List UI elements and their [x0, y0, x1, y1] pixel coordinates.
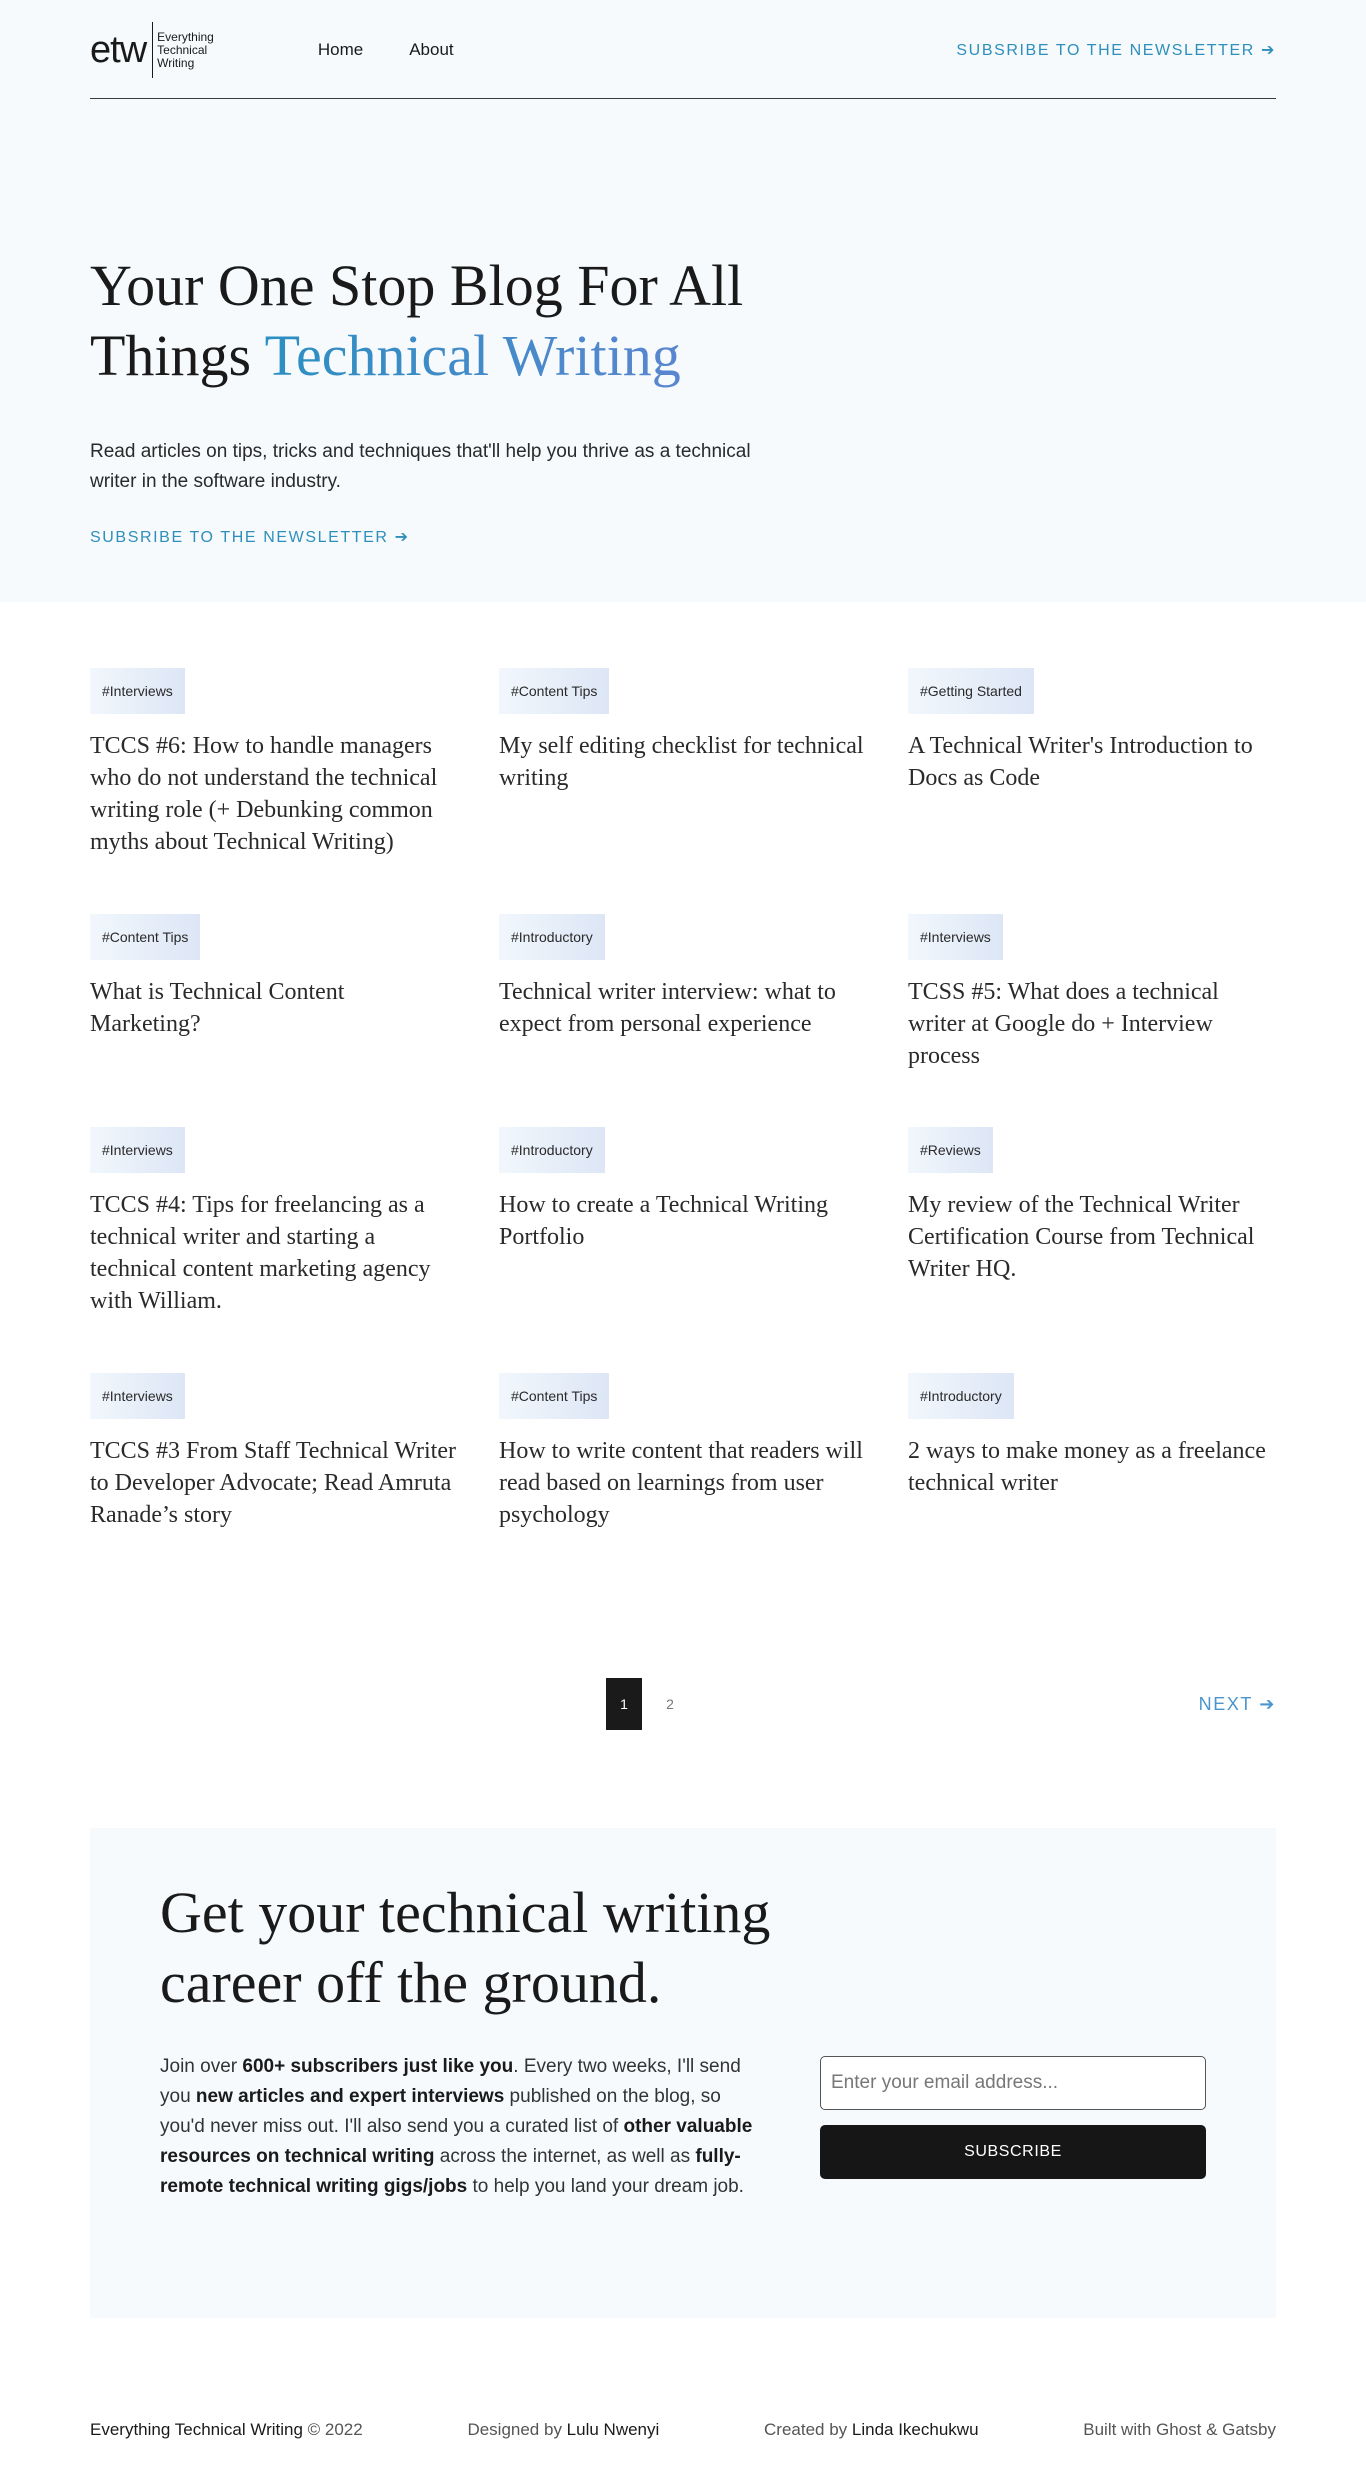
- post-title: My self editing checklist for technical …: [499, 730, 867, 794]
- post-tag[interactable]: #Content Tips: [499, 668, 610, 714]
- post-title-link[interactable]: TCCS #3 From Staff Technical Writer to D…: [90, 1438, 456, 1528]
- signup-highlight: new articles and expert interviews: [195, 2086, 505, 2107]
- post-title: What is Technical Content Marketing?: [90, 976, 458, 1040]
- post-card: #Interviews TCSS #5: What does a technica…: [908, 914, 1276, 1127]
- post-tag[interactable]: #Reviews: [908, 1127, 993, 1173]
- post-tag[interactable]: #Content Tips: [499, 1373, 610, 1419]
- post-card: #Interviews TCCS #6: How to handle manage…: [90, 668, 458, 914]
- nav-about-link[interactable]: About: [409, 40, 453, 60]
- post-card: #Content Tips What is Technical Content M…: [90, 914, 458, 1127]
- site-footer: Everything Technical Writing © 2022 Desi…: [90, 2420, 1276, 2484]
- footer-designer: Designed by Lulu Nwenyi: [467, 2420, 659, 2440]
- logo-line: Everything: [157, 29, 214, 44]
- site-logo[interactable]: etw Everything Technical Writing: [90, 22, 214, 78]
- post-title-link[interactable]: Technical writer interview: what to expe…: [499, 979, 836, 1037]
- top-navigation: etw Everything Technical Writing Home Ab…: [90, 0, 1276, 99]
- signup-text: to help you land your dream job.: [467, 2176, 744, 2197]
- logo-line: Writing: [157, 55, 195, 70]
- post-title-link[interactable]: A Technical Writer's Introduction to Doc…: [908, 733, 1253, 791]
- post-title: Technical writer interview: what to expe…: [499, 976, 867, 1040]
- post-card: #Introductory How to create a Technical W…: [499, 1127, 867, 1373]
- post-card: #Introductory Technical writer interview:…: [499, 914, 867, 1127]
- post-tag[interactable]: #Interviews: [908, 914, 1003, 960]
- post-title: TCCS #3 From Staff Technical Writer to D…: [90, 1435, 458, 1531]
- hero-section: etw Everything Technical Writing Home Ab…: [0, 0, 1366, 602]
- post-card: #Reviews My review of the Technical Write…: [908, 1127, 1276, 1373]
- post-title: A Technical Writer's Introduction to Doc…: [908, 730, 1276, 794]
- nav-home-link[interactable]: Home: [318, 40, 363, 60]
- footer-creator: Created by Linda Ikechukwu: [764, 2420, 979, 2440]
- post-title-link[interactable]: 2 ways to make money as a freelance tech…: [908, 1438, 1266, 1496]
- logo-wordmark: Everything Technical Writing: [157, 29, 214, 70]
- post-title-link[interactable]: How to create a Technical Writing Portfo…: [499, 1192, 828, 1250]
- post-card: #Getting Started A Technical Writer's Int…: [908, 668, 1276, 914]
- logo-divider: [152, 22, 154, 78]
- creator-link[interactable]: Linda Ikechukwu: [852, 2420, 979, 2439]
- brand-area: etw Everything Technical Writing Home Ab…: [90, 22, 500, 78]
- subscribe-button[interactable]: SUBSCRIBE: [820, 2125, 1206, 2179]
- post-title-link[interactable]: My review of the Technical Writer Certif…: [908, 1192, 1254, 1282]
- post-title: TCCS #6: How to handle managers who do n…: [90, 730, 458, 858]
- post-title: How to create a Technical Writing Portfo…: [499, 1189, 867, 1253]
- footer-copyright: Everything Technical Writing © 2022: [90, 2420, 363, 2440]
- post-tag[interactable]: #Content Tips: [90, 914, 201, 960]
- signup-form: SUBSCRIBE: [820, 2056, 1206, 2179]
- post-title-link[interactable]: TCCS #4: Tips for freelancing as a techn…: [90, 1192, 431, 1314]
- page-number-link[interactable]: 1: [606, 1678, 642, 1730]
- post-title-link[interactable]: TCCS #6: How to handle managers who do n…: [90, 733, 437, 855]
- footer-site-name: Everything Technical Writing: [90, 2420, 303, 2439]
- post-card: #Interviews TCCS #4: Tips for freelancing…: [90, 1127, 458, 1373]
- designer-link[interactable]: Lulu Nwenyi: [567, 2420, 660, 2439]
- post-tag[interactable]: #Introductory: [499, 914, 605, 960]
- hero-title: Your One Stop Blog For All Things Techni…: [90, 251, 790, 391]
- hero-description: Read articles on tips, tricks and techni…: [90, 441, 751, 492]
- post-title-link[interactable]: What is Technical Content Marketing?: [90, 979, 344, 1037]
- post-title: TCSS #5: What does a technical writer at…: [908, 976, 1276, 1072]
- signup-title: Get your technical writing career off th…: [160, 1880, 771, 2015]
- footer-created-prefix: Created by: [764, 2420, 852, 2439]
- post-card: #Content Tips My self editing checklist f…: [499, 668, 867, 914]
- post-tag[interactable]: #Interviews: [90, 1127, 185, 1173]
- footer-year: © 2022: [302, 2420, 363, 2439]
- post-tag[interactable]: #Interviews: [90, 668, 185, 714]
- next-page-link[interactable]: NEXT ➔: [1199, 1678, 1276, 1730]
- post-title-link[interactable]: TCSS #5: What does a technical writer at…: [908, 979, 1219, 1069]
- post-title: How to write content that readers will r…: [499, 1435, 867, 1531]
- post-title: TCCS #4: Tips for freelancing as a techn…: [90, 1189, 458, 1317]
- post-title: 2 ways to make money as a freelance tech…: [908, 1435, 1276, 1499]
- page-number-link[interactable]: 2: [652, 1678, 688, 1730]
- signup-text: across the internet, as well as: [434, 2146, 696, 2167]
- hero-title-accent: Technical Writing: [264, 323, 681, 388]
- page-numbers: 12: [606, 1678, 688, 1730]
- post-card: #Interviews TCCS #3 From Staff Technical …: [90, 1373, 458, 1619]
- post-tag[interactable]: #Getting Started: [908, 668, 1034, 714]
- signup-text: Join over: [160, 2056, 243, 2077]
- newsletter-signup: Get your technical writing career off th…: [90, 1828, 1276, 2318]
- post-title-link[interactable]: My self editing checklist for technical …: [499, 733, 864, 791]
- hero-newsletter-link[interactable]: SUBSRIBE TO THE NEWSLETTER ➔: [90, 527, 410, 547]
- post-tag[interactable]: #Introductory: [908, 1373, 1014, 1419]
- logo-mark: etw: [90, 29, 147, 71]
- email-input[interactable]: [820, 2056, 1206, 2110]
- post-grid: #Interviews TCCS #6: How to handle manage…: [90, 668, 1276, 1619]
- footer-built-with: Built with Ghost & Gatsby: [1083, 2420, 1276, 2439]
- logo-line: Technical: [157, 42, 208, 57]
- signup-description: Join over 600+ subscribers just like you…: [160, 2052, 760, 2202]
- post-tag[interactable]: #Interviews: [90, 1373, 185, 1419]
- post-card: #Content Tips How to write content that r…: [499, 1373, 867, 1619]
- post-tag[interactable]: #Introductory: [499, 1127, 605, 1173]
- header-newsletter-link[interactable]: SUBSRIBE TO THE NEWSLETTER ➔: [956, 40, 1276, 60]
- main-nav: Home About: [318, 40, 500, 60]
- pagination: 12 NEXT ➔: [90, 1678, 1276, 1730]
- signup-highlight: 600+ subscribers just like you: [242, 2056, 514, 2077]
- footer-designed-prefix: Designed by: [467, 2420, 567, 2439]
- post-title: My review of the Technical Writer Certif…: [908, 1189, 1276, 1285]
- post-card: #Introductory 2 ways to make money as a f…: [908, 1373, 1276, 1619]
- post-title-link[interactable]: How to write content that readers will r…: [499, 1438, 863, 1528]
